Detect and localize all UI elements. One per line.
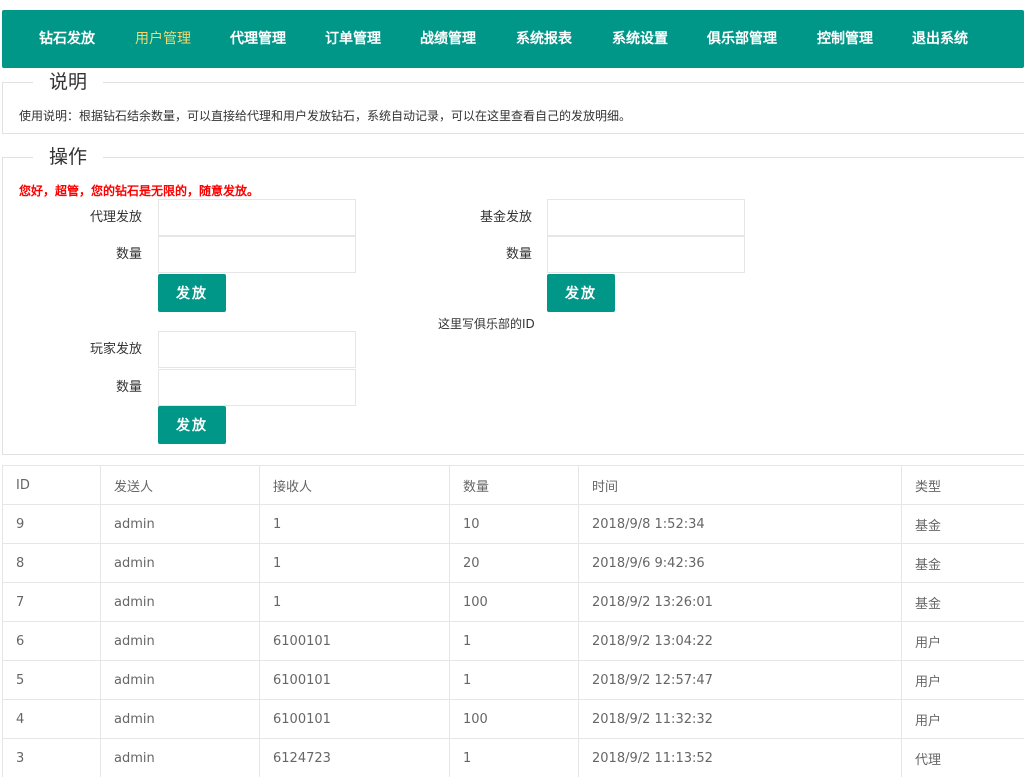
header-quantity: 数量 xyxy=(449,465,579,505)
nav-item-club-management[interactable]: 俱乐部管理 xyxy=(707,10,777,68)
agent-issue-button[interactable]: 发放 xyxy=(158,274,226,312)
nav-item-diamond-issue[interactable]: 钻石发放 xyxy=(39,10,95,68)
player-id-input[interactable] xyxy=(158,331,356,368)
cell-quantity: 10 xyxy=(449,504,579,544)
player-issue-label: 玩家发放 xyxy=(89,342,142,357)
cell-time: 2018/9/2 12:57:47 xyxy=(578,660,902,700)
table-row: 3 admin 6124723 1 2018/9/2 11:13:52 代理 xyxy=(2,738,1024,777)
cell-id: 4 xyxy=(2,699,101,739)
notice-text: 您好，超管，您的钻石是无限的，随意发放。 xyxy=(19,184,260,198)
cell-receiver: 6100101 xyxy=(259,660,450,700)
operation-legend: 操作 xyxy=(33,145,104,169)
cell-sender: admin xyxy=(100,699,260,739)
cell-type: 用户 xyxy=(901,699,1024,739)
table-row: 5 admin 6100101 1 2018/9/2 12:57:47 用户 xyxy=(2,660,1024,700)
cell-type: 用户 xyxy=(901,660,1024,700)
nav-item-system-report[interactable]: 系统报表 xyxy=(516,10,572,68)
cell-id: 3 xyxy=(2,738,101,777)
cell-quantity: 1 xyxy=(449,660,579,700)
cell-time: 2018/9/8 1:52:34 xyxy=(578,504,902,544)
header-time: 时间 xyxy=(578,465,902,505)
nav-item-user-management[interactable]: 用户管理 xyxy=(135,10,191,68)
table-row: 4 admin 6100101 100 2018/9/2 11:32:32 用户 xyxy=(2,699,1024,739)
cell-id: 7 xyxy=(2,582,101,622)
cell-id: 6 xyxy=(2,621,101,661)
nav-item-control-management[interactable]: 控制管理 xyxy=(817,10,873,68)
table-row: 7 admin 1 100 2018/9/2 13:26:01 基金 xyxy=(2,582,1024,622)
cell-receiver: 6124723 xyxy=(259,738,450,777)
issue-records-table: ID 发送人 接收人 数量 时间 类型 9 admin 1 10 2018/9/… xyxy=(2,465,1024,777)
cell-quantity: 1 xyxy=(449,738,579,777)
description-panel: 说明 使用说明：根据钻石结余数量，可以直接给代理和用户发放钻石，系统自动记录，可… xyxy=(2,70,1024,134)
cell-sender: admin xyxy=(100,582,260,622)
cell-type: 基金 xyxy=(901,582,1024,622)
header-type: 类型 xyxy=(901,465,1024,505)
description-legend: 说明 xyxy=(33,70,104,94)
cell-type: 用户 xyxy=(901,621,1024,661)
fund-issue-button[interactable]: 发放 xyxy=(547,274,615,312)
nav-item-record-management[interactable]: 战绩管理 xyxy=(420,10,476,68)
cell-receiver: 6100101 xyxy=(259,621,450,661)
agent-qty-label: 数量 xyxy=(115,247,142,262)
table-row: 9 admin 1 10 2018/9/8 1:52:34 基金 xyxy=(2,504,1024,544)
player-qty-input[interactable] xyxy=(158,369,356,406)
table-row: 8 admin 1 20 2018/9/6 9:42:36 基金 xyxy=(2,543,1024,583)
nav-item-agent-management[interactable]: 代理管理 xyxy=(230,10,286,68)
top-nav-bar: 钻石发放 用户管理 代理管理 订单管理 战绩管理 系统报表 系统设置 俱乐部管理… xyxy=(2,10,1024,68)
cell-sender: admin xyxy=(100,660,260,700)
cell-time: 2018/9/6 9:42:36 xyxy=(578,543,902,583)
cell-type: 基金 xyxy=(901,504,1024,544)
cell-quantity: 100 xyxy=(449,699,579,739)
cell-receiver: 6100101 xyxy=(259,699,450,739)
operation-panel: 操作 您好，超管，您的钻石是无限的，随意发放。 xyxy=(2,145,1024,455)
description-text: 使用说明：根据钻石结余数量，可以直接给代理和用户发放钻石，系统自动记录，可以在这… xyxy=(19,109,632,123)
cell-time: 2018/9/2 13:04:22 xyxy=(578,621,902,661)
table-row: 6 admin 6100101 1 2018/9/2 13:04:22 用户 xyxy=(2,621,1024,661)
fund-qty-label: 数量 xyxy=(505,247,532,262)
fund-qty-input[interactable] xyxy=(547,236,745,273)
nav-item-system-settings[interactable]: 系统设置 xyxy=(612,10,668,68)
cell-type: 代理 xyxy=(901,738,1024,777)
cell-time: 2018/9/2 13:26:01 xyxy=(578,582,902,622)
cell-time: 2018/9/2 11:32:32 xyxy=(578,699,902,739)
agent-issue-label: 代理发放 xyxy=(89,210,142,225)
cell-sender: admin xyxy=(100,738,260,777)
club-id-hint: 这里写俱乐部的ID xyxy=(438,317,535,331)
cell-quantity: 100 xyxy=(449,582,579,622)
cell-receiver: 1 xyxy=(259,582,450,622)
cell-receiver: 1 xyxy=(259,504,450,544)
cell-id: 8 xyxy=(2,543,101,583)
fund-issue-label: 基金发放 xyxy=(479,210,532,225)
cell-time: 2018/9/2 11:13:52 xyxy=(578,738,902,777)
cell-sender: admin xyxy=(100,621,260,661)
cell-sender: admin xyxy=(100,504,260,544)
fund-id-input[interactable] xyxy=(547,199,745,236)
cell-receiver: 1 xyxy=(259,543,450,583)
cell-quantity: 20 xyxy=(449,543,579,583)
header-sender: 发送人 xyxy=(100,465,260,505)
table-header-row: ID 发送人 接收人 数量 时间 类型 xyxy=(2,465,1024,505)
nav-item-logout[interactable]: 退出系统 xyxy=(912,10,968,68)
cell-id: 5 xyxy=(2,660,101,700)
agent-qty-input[interactable] xyxy=(158,236,356,273)
header-receiver: 接收人 xyxy=(259,465,450,505)
header-id: ID xyxy=(2,465,101,505)
nav-item-order-management[interactable]: 订单管理 xyxy=(325,10,381,68)
cell-id: 9 xyxy=(2,504,101,544)
cell-type: 基金 xyxy=(901,543,1024,583)
cell-quantity: 1 xyxy=(449,621,579,661)
player-issue-button[interactable]: 发放 xyxy=(158,406,226,444)
agent-id-input[interactable] xyxy=(158,199,356,236)
player-qty-label: 数量 xyxy=(115,380,142,395)
cell-sender: admin xyxy=(100,543,260,583)
